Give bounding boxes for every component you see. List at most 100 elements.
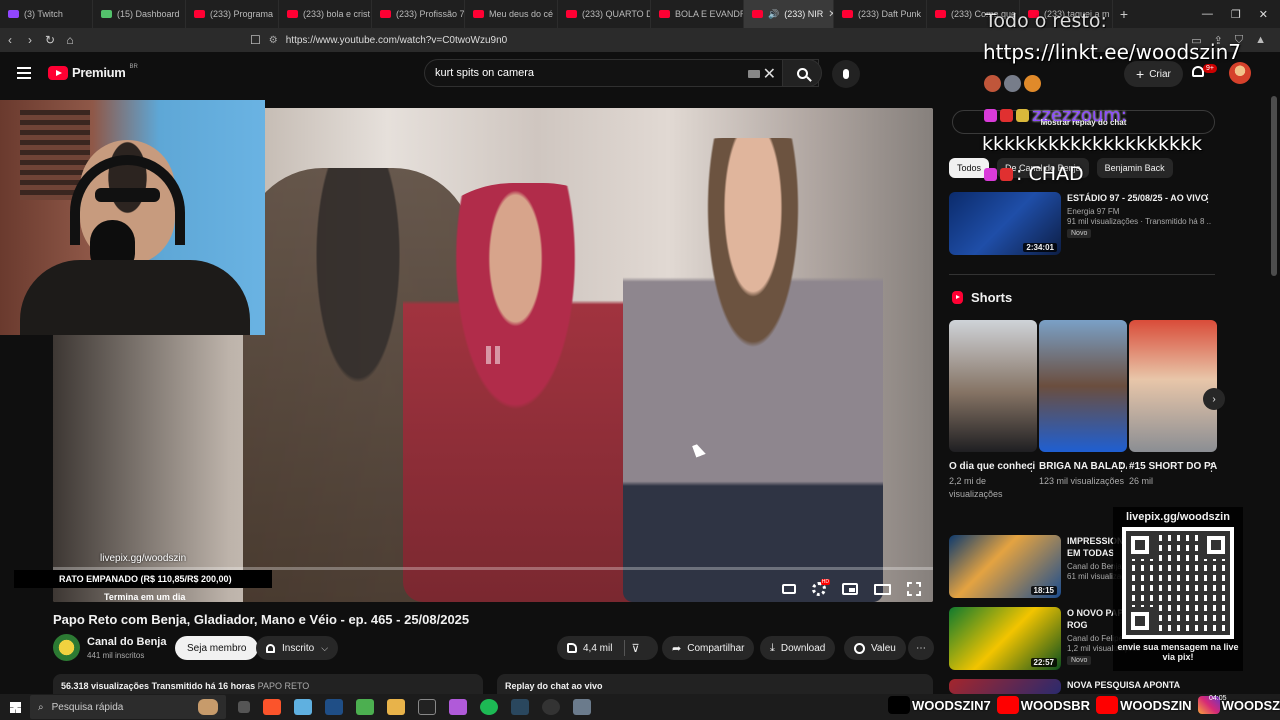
app-icon[interactable] xyxy=(449,699,467,715)
channel-avatar[interactable] xyxy=(53,634,80,661)
warning-icon[interactable]: ▲ xyxy=(1255,34,1266,47)
video-tag[interactable]: PAPO RETO xyxy=(258,681,310,691)
clear-search-icon[interactable]: ✕ xyxy=(763,64,776,84)
url-text[interactable]: https://www.youtube.com/watch?v=C0twoWzu… xyxy=(286,35,508,46)
tab-twitch[interactable]: (3) Twitch xyxy=(0,0,93,28)
forward-button[interactable]: › xyxy=(20,33,40,47)
site-info-icon[interactable]: ⚙ xyxy=(269,35,278,46)
new-tab-button[interactable]: + xyxy=(1113,6,1135,22)
subtitles-icon[interactable] xyxy=(782,584,796,594)
vegas-icon[interactable] xyxy=(325,699,343,715)
search-query[interactable]: kurt spits on camera xyxy=(435,67,534,79)
join-button[interactable]: Seja membro xyxy=(175,636,259,660)
more-vert-icon[interactable]: ⋮ xyxy=(1202,192,1213,205)
video-thumbnail[interactable] xyxy=(949,679,1061,694)
share-button[interactable]: ➦ Compartilhar xyxy=(662,636,755,660)
tab-quarto[interactable]: (233) QUARTO D xyxy=(558,0,651,28)
miniplayer-icon[interactable] xyxy=(842,583,858,595)
video-thumbnail[interactable]: 18:15 xyxy=(949,535,1061,598)
short-title[interactable]: #15 SHORT DO PAPO ... xyxy=(1129,460,1217,473)
subscribed-button[interactable]: Inscrito ⌵ xyxy=(256,636,339,660)
thanks-button[interactable]: Valeu xyxy=(844,636,906,660)
spotify-icon[interactable] xyxy=(480,699,498,715)
keyboard-icon[interactable] xyxy=(748,70,760,78)
taskbar-search[interactable]: ⌕ Pesquisa rápida xyxy=(30,695,226,719)
menu-icon[interactable] xyxy=(17,67,31,79)
short-thumbnail[interactable] xyxy=(1039,320,1127,452)
back-button[interactable]: ‹ xyxy=(0,33,20,47)
app-icon[interactable] xyxy=(294,699,312,715)
chip-benjamin[interactable]: Benjamin Back xyxy=(1096,158,1173,178)
tab-programa[interactable]: (233) Programa xyxy=(186,0,279,28)
channel-name[interactable]: Canal do Benja xyxy=(87,636,166,648)
short-thumbnail[interactable] xyxy=(1129,320,1217,452)
task-view-icon[interactable] xyxy=(238,701,250,713)
qr-header: livepix.gg/woodszin xyxy=(1126,511,1230,523)
video-channel[interactable]: Energia 97 FM xyxy=(1067,207,1211,216)
recommended-video[interactable]: 2:34:01 ESTÁDIO 97 - 25/08/25 - AO VIVO … xyxy=(949,192,1219,258)
shorts-next-icon[interactable]: › xyxy=(1203,388,1225,410)
search-button[interactable] xyxy=(782,59,822,87)
youtube-premium-logo[interactable]: Premium BR xyxy=(48,64,138,80)
folder-icon[interactable] xyxy=(387,699,405,715)
short-item[interactable]: O dia que conheci o ... 2,2 mi de visual… xyxy=(949,320,1037,501)
tab-active[interactable]: 🔊(233) NIR✕ xyxy=(744,0,834,28)
tab-bola-e-evandro[interactable]: BOLA E EVANDR xyxy=(651,0,744,28)
download-button[interactable]: ⤓ Download xyxy=(760,636,836,660)
notification-badge: 9+ xyxy=(1203,64,1217,73)
windows-icon xyxy=(9,701,21,713)
video-duration: 18:15 xyxy=(1030,586,1057,595)
address-bar[interactable]: ☐ ⚙ https://www.youtube.com/watch?v=C0tw… xyxy=(250,30,507,50)
short-title[interactable]: O dia que conheci o ... xyxy=(949,460,1037,473)
view-count: 56.318 visualizações xyxy=(61,681,150,691)
tab-bola-e-crist[interactable]: (233) bola e crist xyxy=(279,0,372,28)
app-icon[interactable] xyxy=(356,699,374,715)
dislike-icon[interactable]: ⊽ xyxy=(631,642,639,655)
voice-search-button[interactable] xyxy=(832,60,860,88)
minimize-button[interactable]: — xyxy=(1202,8,1213,21)
more-actions-button[interactable]: ⋯ xyxy=(908,636,934,660)
obs-icon[interactable] xyxy=(542,699,560,715)
youtube-icon xyxy=(194,10,205,18)
search-input[interactable]: kurt spits on camera ✕ xyxy=(424,59,819,87)
account-avatar[interactable] xyxy=(1229,62,1251,84)
youtube-icon xyxy=(842,10,853,18)
steam-icon[interactable] xyxy=(511,699,529,715)
home-button[interactable]: ⌂ xyxy=(60,33,80,47)
video-thumbnail[interactable]: 2:34:01 xyxy=(949,192,1061,255)
like-icon[interactable] xyxy=(567,643,577,653)
brave-icon[interactable] xyxy=(263,699,281,715)
tab-meu-deus[interactable]: Meu deus do cé xyxy=(465,0,558,28)
reload-button[interactable]: ↻ xyxy=(40,33,60,47)
close-window-button[interactable]: ✕ xyxy=(1259,8,1268,21)
video-title[interactable]: ESTÁDIO 97 - 25/08/25 - AO VIVO xyxy=(1067,192,1211,204)
youtube-icon xyxy=(473,10,484,18)
create-button[interactable]: + Criar xyxy=(1124,61,1183,87)
video-title[interactable]: NOVA PESQUISA APONTA xyxy=(1067,679,1211,691)
scrollbar-thumb[interactable] xyxy=(1271,96,1277,276)
short-title[interactable]: BRIGA NA BALADA! xyxy=(1039,460,1127,473)
like-dislike-group: 4,4 mil ⊽ xyxy=(557,636,658,660)
like-count[interactable]: 4,4 mil xyxy=(583,643,612,654)
page-scrollbar[interactable] xyxy=(1270,96,1278,696)
sub-badge-icon xyxy=(984,109,997,122)
tab-daft-punk[interactable]: (233) Daft Punk xyxy=(834,0,927,28)
settings-gear-icon[interactable]: HD xyxy=(812,579,830,596)
bookmark-icon[interactable]: ☐ xyxy=(250,33,261,47)
short-item[interactable]: BRIGA NA BALADA! 123 mil visualizações ⋮ xyxy=(1039,320,1127,488)
theater-mode-icon[interactable] xyxy=(874,583,891,595)
maximize-button[interactable]: ❐ xyxy=(1231,8,1241,21)
capcut-icon[interactable] xyxy=(418,699,436,715)
short-thumbnail[interactable] xyxy=(949,320,1037,452)
youtube-icon xyxy=(1096,696,1119,714)
tab-profissao[interactable]: (233) Profissão 7 xyxy=(372,0,465,28)
start-button[interactable] xyxy=(0,701,30,713)
fullscreen-icon[interactable] xyxy=(907,582,921,596)
app-icon[interactable] xyxy=(573,699,591,715)
more-vert-icon[interactable]: ⋮ xyxy=(1026,461,1037,474)
tab-dashboard[interactable]: (15) Dashboard xyxy=(93,0,186,28)
pause-icon[interactable] xyxy=(486,346,500,364)
more-vert-icon[interactable]: ⋮ xyxy=(1116,461,1127,474)
video-thumbnail[interactable]: 22:57 xyxy=(949,607,1061,670)
more-vert-icon[interactable]: ⋮ xyxy=(1206,461,1217,474)
